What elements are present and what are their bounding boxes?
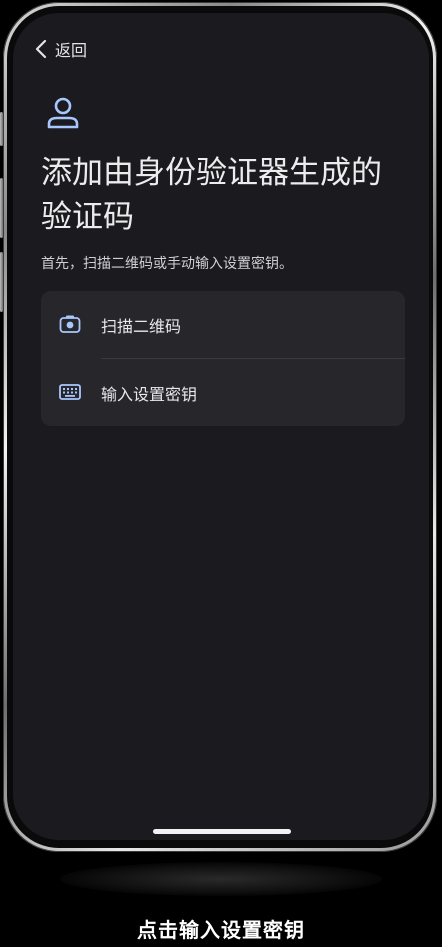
home-indicator[interactable] xyxy=(153,829,291,834)
stage: 返回 添加由身份验证器生成的验证码 首先，扫描二维码或手动输入设置密钥。 扫描二… xyxy=(0,0,442,947)
floor-shadow xyxy=(60,862,382,896)
camera-icon xyxy=(59,315,81,333)
volume-up-button xyxy=(0,178,3,238)
back-label: 返回 xyxy=(55,41,88,60)
page-title: 添加由身份验证器生成的验证码 xyxy=(41,155,382,235)
page-subtitle: 首先，扫描二维码或手动输入设置密钥。 xyxy=(41,256,293,272)
mute-switch xyxy=(0,112,3,146)
option-scan-qr-label: 扫描二维码 xyxy=(101,316,182,336)
option-enter-key[interactable]: 输入设置密钥 xyxy=(41,359,405,426)
phone-screen: 返回 添加由身份验证器生成的验证码 首先，扫描二维码或手动输入设置密钥。 扫描二… xyxy=(13,13,429,840)
option-scan-qr[interactable]: 扫描二维码 xyxy=(41,291,405,358)
back-button[interactable]: 返回 xyxy=(35,37,87,61)
option-enter-key-label: 输入设置密钥 xyxy=(101,384,198,404)
keyboard-icon xyxy=(59,384,81,400)
tutorial-caption: 点击输入设置密钥 xyxy=(137,918,305,942)
volume-down-button xyxy=(0,252,3,312)
person-icon xyxy=(47,97,79,129)
options-card: 扫描二维码 输入设置密钥 xyxy=(41,291,405,426)
chevron-left-icon xyxy=(35,39,47,59)
